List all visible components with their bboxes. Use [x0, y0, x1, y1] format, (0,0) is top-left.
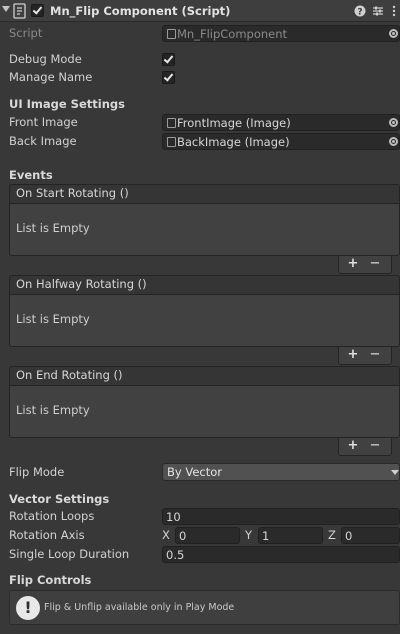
- flip-controls-heading: Flip Controls: [9, 573, 92, 587]
- event-on-end-rotating: On End Rotating () List is Empty + −: [9, 366, 400, 456]
- presets-icon[interactable]: [371, 3, 385, 19]
- script-icon: [13, 3, 27, 19]
- event-title: On Start Rotating (): [9, 184, 400, 203]
- flip-mode-dropdown[interactable]: By Vector: [162, 463, 400, 481]
- empty-list-text: List is Empty: [16, 403, 90, 417]
- empty-list-text: List is Empty: [16, 312, 90, 326]
- add-listener-button[interactable]: +: [345, 256, 361, 272]
- rotation-loops-label: Rotation Loops: [9, 509, 95, 523]
- axis-x-value: 0: [179, 529, 187, 543]
- component-title: Mn_Flip Component (Script): [50, 4, 231, 18]
- events-heading: Events: [9, 168, 53, 182]
- play-mode-help-box: ! Flip & Unflip available only in Play M…: [9, 590, 400, 625]
- event-list-footer: + −: [338, 347, 392, 365]
- rotation-axis-label: Rotation Axis: [9, 528, 85, 542]
- script-field[interactable]: Mn_FlipComponent: [162, 25, 400, 42]
- object-picker-icon[interactable]: [389, 137, 398, 146]
- component-enabled-checkbox[interactable]: [31, 4, 44, 17]
- axis-x-label: X: [162, 528, 170, 542]
- rotation-loops-value: 10: [166, 510, 181, 524]
- event-on-start-rotating: On Start Rotating () List is Empty + −: [9, 184, 400, 274]
- image-asset-icon: [167, 137, 176, 147]
- check-icon: [163, 53, 174, 64]
- empty-list-text: List is Empty: [16, 221, 90, 235]
- object-picker-icon[interactable]: [389, 118, 398, 127]
- remove-listener-button[interactable]: −: [367, 256, 383, 272]
- event-on-halfway-rotating: On Halfway Rotating () List is Empty + −: [9, 275, 400, 365]
- chevron-down-icon: [391, 470, 399, 475]
- manage-name-label: Manage Name: [9, 70, 93, 84]
- axis-y-value: 1: [262, 529, 270, 543]
- script-value: Mn_FlipComponent: [177, 27, 288, 41]
- front-image-value: FrontImage (Image): [177, 116, 291, 130]
- check-icon: [163, 71, 174, 82]
- back-image-label: Back Image: [9, 134, 77, 148]
- front-image-label: Front Image: [9, 115, 78, 129]
- add-listener-button[interactable]: +: [345, 438, 361, 454]
- remove-listener-button[interactable]: −: [367, 347, 383, 363]
- debug-mode-checkbox[interactable]: [162, 53, 175, 66]
- help-message: Flip & Unflip available only in Play Mod…: [44, 602, 235, 613]
- remove-listener-button[interactable]: −: [367, 438, 383, 454]
- script-asset-icon: [167, 29, 176, 39]
- event-list-footer: + −: [338, 256, 392, 274]
- back-image-field[interactable]: BackImage (Image): [162, 133, 400, 150]
- help-icon[interactable]: ?: [353, 3, 367, 19]
- front-image-field[interactable]: FrontImage (Image): [162, 114, 400, 131]
- back-image-value: BackImage (Image): [177, 135, 290, 149]
- flip-mode-label: Flip Mode: [9, 465, 65, 479]
- debug-mode-label: Debug Mode: [9, 52, 82, 66]
- event-list: List is Empty: [9, 385, 400, 438]
- warning-icon: !: [16, 596, 40, 620]
- single-loop-duration-input[interactable]: 0.5: [162, 546, 400, 563]
- event-title: On End Rotating (): [9, 366, 400, 385]
- vector-settings-heading: Vector Settings: [9, 492, 110, 506]
- event-list: List is Empty: [9, 203, 400, 256]
- foldout-arrow-icon[interactable]: [2, 6, 10, 12]
- ui-image-settings-heading: UI Image Settings: [9, 97, 125, 111]
- more-icon[interactable]: [387, 3, 400, 19]
- event-list-footer: + −: [338, 438, 392, 456]
- event-title: On Halfway Rotating (): [9, 275, 400, 294]
- single-loop-duration-label: Single Loop Duration: [9, 547, 130, 561]
- manage-name-checkbox[interactable]: [162, 71, 175, 84]
- axis-y-label: Y: [245, 528, 253, 542]
- axis-z-input[interactable]: 0: [341, 527, 400, 544]
- rotation-loops-input[interactable]: 10: [162, 508, 400, 525]
- script-label: Script: [9, 26, 43, 40]
- flip-mode-value: By Vector: [167, 465, 222, 479]
- single-loop-duration-value: 0.5: [166, 548, 185, 562]
- check-icon: [32, 4, 43, 15]
- axis-y-input[interactable]: 1: [258, 527, 323, 544]
- object-picker-icon[interactable]: [389, 29, 398, 38]
- event-list: List is Empty: [9, 294, 400, 347]
- axis-z-label: Z: [328, 528, 336, 542]
- image-asset-icon: [167, 118, 176, 128]
- component-header[interactable]: Mn_Flip Component (Script) ?: [0, 0, 400, 22]
- add-listener-button[interactable]: +: [345, 347, 361, 363]
- svg-text:?: ?: [357, 7, 362, 17]
- axis-z-value: 0: [345, 529, 353, 543]
- axis-x-input[interactable]: 0: [175, 527, 240, 544]
